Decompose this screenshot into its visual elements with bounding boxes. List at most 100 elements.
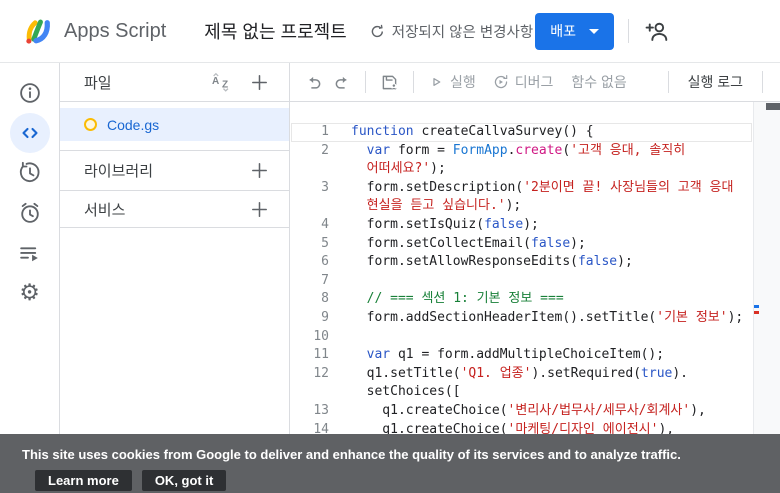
function-selector[interactable]: 함수 없음 — [567, 70, 630, 94]
execution-log-button[interactable]: 실행 로그 — [684, 70, 747, 94]
add-service-plus-icon[interactable] — [246, 196, 273, 223]
line-number[interactable]: 1 — [290, 123, 329, 142]
sort-az-icon[interactable]: A Z — [209, 70, 235, 94]
code-line[interactable]: 1 function createCallvaSurvey() { — [290, 123, 780, 142]
ok-got-it-button[interactable]: OK, got it — [142, 470, 227, 491]
code-line[interactable]: 12 q1.setTitle('Q1. 업종').setRequired(tru… — [290, 365, 780, 384]
triggers-alarm-icon[interactable] — [10, 193, 50, 233]
share-person-add-icon[interactable] — [643, 18, 670, 45]
deploy-button[interactable]: 배포 — [535, 13, 614, 50]
minimap-mark-red — [754, 311, 759, 314]
services-section: 서비스 — [60, 190, 289, 228]
libraries-section: 라이브러리 — [60, 150, 289, 190]
code-text: form.setIsQuiz(false); — [351, 216, 539, 235]
code-text: setChoices([ — [351, 383, 461, 402]
code-text: 어떠세요?'); — [351, 160, 446, 179]
code-text: form.setAllowResponseEdits(false); — [351, 253, 633, 272]
code-line[interactable]: 어떠세요?'); — [290, 160, 780, 179]
file-row-codegs[interactable]: Code.gs — [60, 108, 289, 141]
code-lines[interactable]: 1function createCallvaSurvey() {2 var fo… — [290, 123, 780, 439]
function-selector-label: 함수 없음 — [571, 72, 626, 92]
redo-icon[interactable] — [328, 70, 356, 94]
learn-more-button[interactable]: Learn more — [35, 470, 132, 491]
save-status-text: 저장되지 않은 변경사항 — [392, 21, 533, 42]
code-text: function createCallvaSurvey() { — [351, 123, 594, 142]
scrollbar-thumb[interactable] — [766, 103, 780, 110]
file-name: Code.gs — [107, 117, 159, 133]
header-divider — [628, 19, 629, 43]
code-text: // === 섹션 1: 기본 정보 === — [351, 290, 564, 309]
code-text: 현실을 듣고 싶습니다.'); — [351, 197, 521, 216]
undo-icon[interactable] — [300, 70, 328, 94]
code-text: q1.setTitle('Q1. 업종').setRequired(true). — [351, 365, 688, 384]
editor-toolbar: 실행 디버그 함수 없음 실행 로그 — [290, 63, 780, 102]
main-area: ⚙ 파일 A Z Code.gs — [0, 63, 780, 493]
apps-script-logo-icon[interactable] — [24, 16, 54, 46]
save-project-icon[interactable] — [375, 70, 404, 95]
services-label: 서비스 — [84, 199, 125, 220]
left-rail: ⚙ — [0, 63, 60, 493]
line-number[interactable]: 9 — [290, 309, 329, 328]
line-number[interactable]: 2 — [290, 142, 329, 161]
add-library-plus-icon[interactable] — [246, 157, 273, 184]
line-number[interactable]: 11 — [290, 346, 329, 365]
files-panel-title: 파일 — [84, 72, 112, 93]
app-header: Apps Script 제목 없는 프로젝트 저장되지 않은 변경사항 배포 — [0, 0, 780, 63]
run-play-icon — [427, 73, 445, 91]
files-panel: 파일 A Z Code.gs 라이브러리 — [60, 63, 290, 493]
line-number[interactable] — [290, 197, 329, 216]
line-number[interactable] — [290, 160, 329, 179]
save-status: 저장되지 않은 변경사항 — [369, 21, 533, 42]
debug-button[interactable]: 디버그 — [488, 70, 558, 94]
project-history-icon[interactable] — [10, 153, 50, 193]
code-line[interactable]: 11 var q1 = form.addMultipleChoiceItem()… — [290, 346, 780, 365]
line-number[interactable]: 6 — [290, 253, 329, 272]
line-number[interactable]: 12 — [290, 365, 329, 384]
chevron-down-icon — [589, 29, 599, 34]
code-text: form.addSectionHeaderItem().setTitle('기본… — [351, 309, 743, 328]
code-line[interactable]: 현실을 듣고 싶습니다.'); — [290, 197, 780, 216]
code-line[interactable]: setChoices([ — [290, 383, 780, 402]
code-line[interactable]: 7 — [290, 272, 780, 291]
line-number[interactable]: 3 — [290, 179, 329, 198]
code-text: form.setDescription('2분이면 끝! 사장님들의 고객 응대 — [351, 179, 733, 198]
code-text: var q1 = form.addMultipleChoiceItem(); — [351, 346, 664, 365]
cookie-message: This site uses cookies from Google to de… — [22, 447, 681, 462]
libraries-label: 라이브러리 — [84, 160, 153, 181]
settings-gear-icon[interactable]: ⚙ — [10, 273, 50, 313]
files-panel-header: 파일 A Z — [60, 63, 289, 102]
debug-label: 디버그 — [515, 72, 554, 92]
line-number[interactable]: 5 — [290, 235, 329, 254]
execution-log-label: 실행 로그 — [688, 72, 743, 92]
code-line[interactable]: 2 var form = FormApp.create('고객 응대, 솔직히 — [290, 142, 780, 161]
line-number[interactable]: 13 — [290, 402, 329, 421]
code-line[interactable]: 3 form.setDescription('2분이면 끝! 사장님들의 고객 … — [290, 179, 780, 198]
run-button[interactable]: 실행 — [423, 70, 480, 94]
line-number[interactable]: 10 — [290, 328, 329, 347]
line-number[interactable]: 4 — [290, 216, 329, 235]
code-line[interactable]: 5 form.setCollectEmail(false); — [290, 235, 780, 254]
cookie-banner: This site uses cookies from Google to de… — [0, 434, 780, 493]
overview-info-icon[interactable] — [10, 73, 50, 113]
product-name[interactable]: Apps Script — [64, 20, 166, 43]
line-number[interactable]: 7 — [290, 272, 329, 291]
line-number[interactable] — [290, 383, 329, 402]
code-line[interactable]: 13 q1.createChoice('변리사/법무사/세무사/회계사'), — [290, 402, 780, 421]
code-line[interactable]: 9 form.addSectionHeaderItem().setTitle('… — [290, 309, 780, 328]
code-line[interactable]: 4 form.setIsQuiz(false); — [290, 216, 780, 235]
minimap-mark-blue — [754, 305, 759, 308]
svg-text:A: A — [212, 76, 219, 87]
code-text: q1.createChoice('변리사/법무사/세무사/회계사'), — [351, 402, 706, 421]
code-line[interactable]: 6 form.setAllowResponseEdits(false); — [290, 253, 780, 272]
add-file-plus-icon[interactable] — [246, 69, 273, 96]
line-number[interactable]: 8 — [290, 290, 329, 309]
project-title[interactable]: 제목 없는 프로젝트 — [204, 18, 346, 44]
code-line[interactable]: 10 — [290, 328, 780, 347]
deploy-label: 배포 — [550, 21, 576, 41]
executions-list-icon[interactable] — [10, 233, 50, 273]
code-text: form.setCollectEmail(false); — [351, 235, 586, 254]
editor-code-icon[interactable] — [10, 113, 50, 153]
run-label: 실행 — [450, 72, 476, 92]
code-line[interactable]: 8 // === 섹션 1: 기본 정보 === — [290, 290, 780, 309]
code-text: var form = FormApp.create('고객 응대, 솔직히 — [351, 142, 685, 161]
